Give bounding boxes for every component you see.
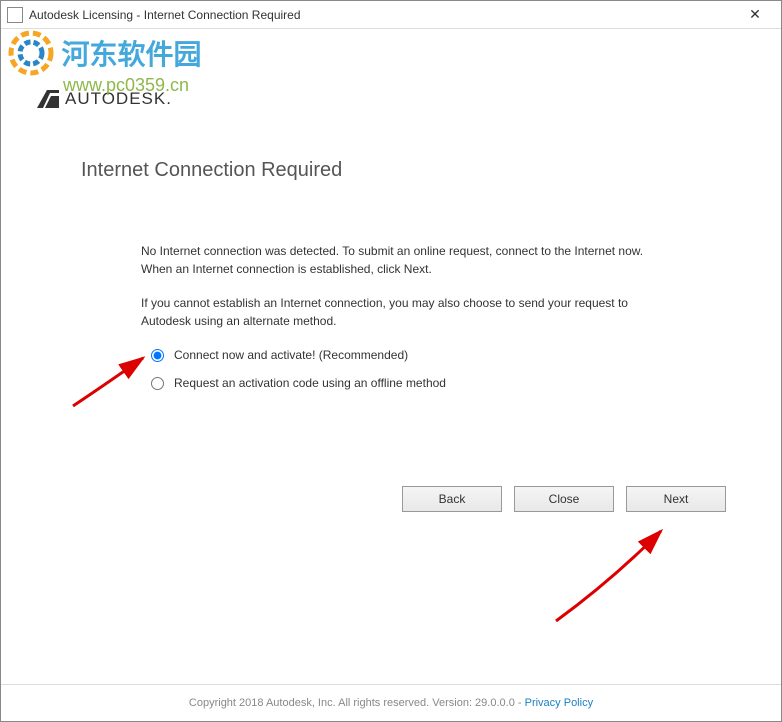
footer: Copyright 2018 Autodesk, Inc. All rights…	[1, 684, 781, 721]
back-button[interactable]: Back	[402, 486, 502, 512]
annotation-arrow-2	[541, 521, 681, 631]
window-close-button[interactable]: ✕	[735, 2, 775, 28]
footer-copyright: Copyright 2018 Autodesk, Inc. All rights…	[189, 697, 525, 709]
radio-connect-now-label: Connect now and activate! (Recommended)	[174, 348, 408, 362]
radio-offline-method-input[interactable]	[151, 377, 164, 390]
paragraph-1: No Internet connection was detected. To …	[141, 242, 661, 278]
body-text: No Internet connection was detected. To …	[81, 242, 701, 390]
app-icon	[7, 7, 23, 23]
radio-group: Connect now and activate! (Recommended) …	[141, 348, 661, 390]
next-button[interactable]: Next	[626, 486, 726, 512]
autodesk-mark-icon	[37, 90, 59, 108]
header: AUTODESK.	[1, 29, 781, 109]
content-area: Internet Connection Required No Internet…	[1, 109, 781, 390]
privacy-policy-link[interactable]: Privacy Policy	[525, 697, 593, 709]
brand-name: AUTODESK.	[65, 89, 172, 109]
radio-connect-now[interactable]: Connect now and activate! (Recommended)	[151, 348, 661, 362]
radio-connect-now-input[interactable]	[151, 349, 164, 362]
autodesk-logo: AUTODESK.	[37, 89, 781, 109]
button-row: Back Close Next	[402, 486, 726, 512]
radio-offline-method-label: Request an activation code using an offl…	[174, 376, 446, 390]
paragraph-2: If you cannot establish an Internet conn…	[141, 294, 661, 330]
window-title: Autodesk Licensing - Internet Connection…	[29, 8, 735, 22]
radio-offline-method[interactable]: Request an activation code using an offl…	[151, 376, 661, 390]
page-title: Internet Connection Required	[81, 159, 701, 182]
titlebar: Autodesk Licensing - Internet Connection…	[1, 1, 781, 29]
close-button[interactable]: Close	[514, 486, 614, 512]
